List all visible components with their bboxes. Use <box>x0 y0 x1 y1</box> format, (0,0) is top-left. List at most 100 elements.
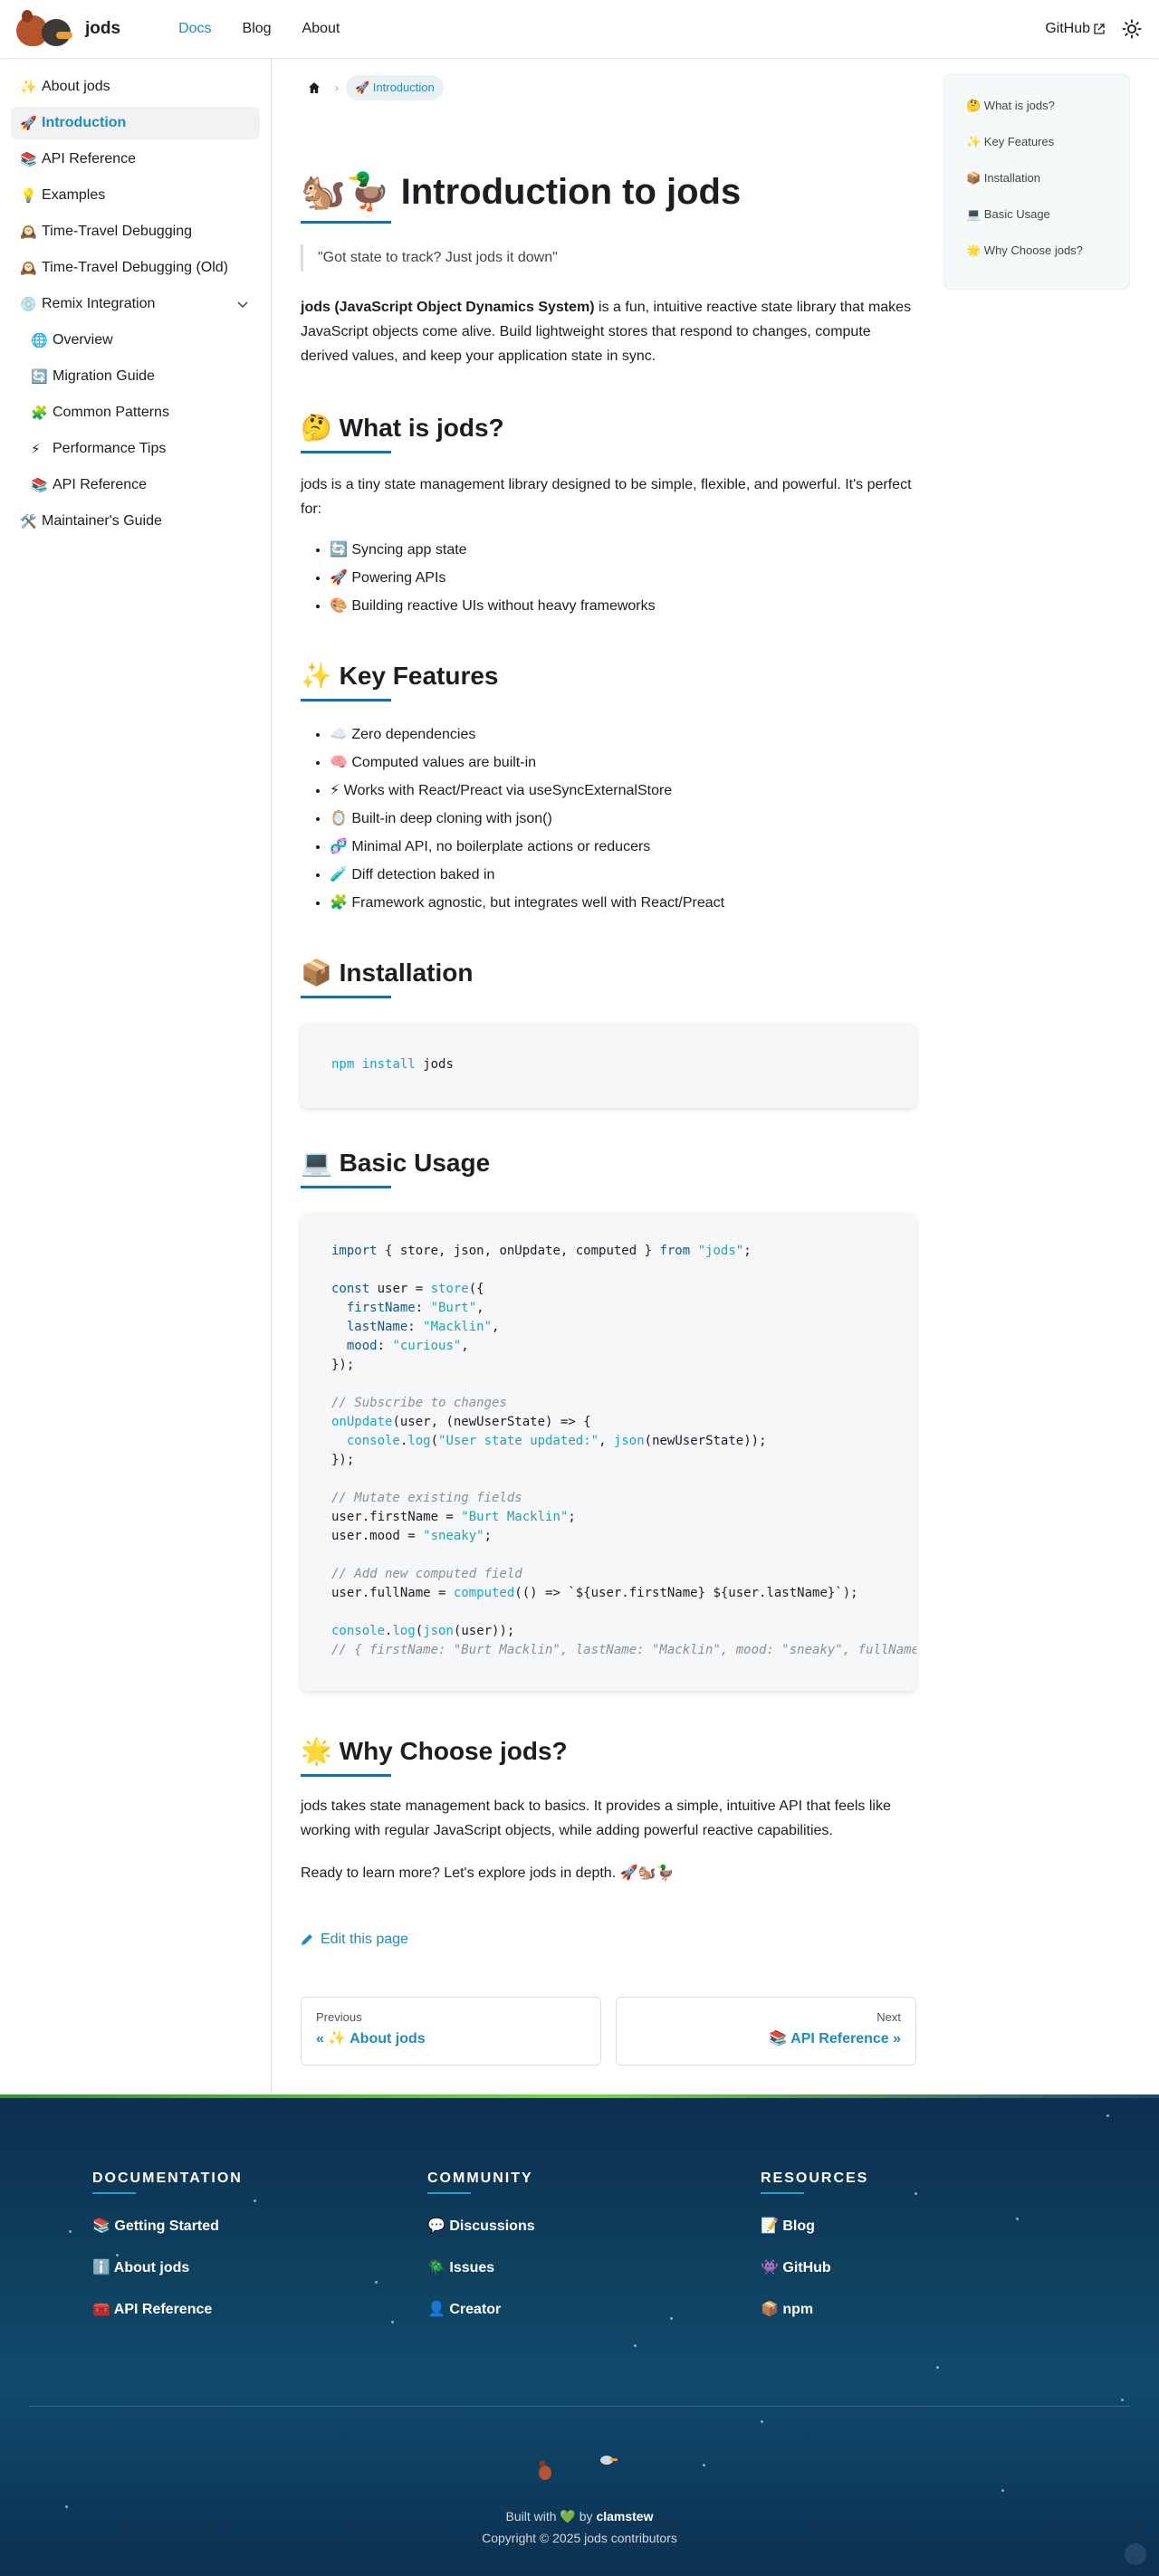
heading-installation: 📦 Installation <box>301 959 474 987</box>
chevron-right-icon: › <box>335 81 339 94</box>
heading-underline <box>301 699 391 701</box>
sidebar-item-remix-api-reference[interactable]: 📚 API Reference <box>22 469 260 501</box>
footer-heading: RESOURCES <box>761 2171 869 2186</box>
github-link[interactable]: GitHub <box>1045 21 1105 37</box>
list-item: 🎨 Building reactive UIs without heavy fr… <box>330 592 909 620</box>
globe-icon: 🌐 <box>31 333 48 348</box>
puzzle-icon: 🧩 <box>31 405 48 421</box>
pager-label: « ✨ About jods <box>316 2031 426 2046</box>
sidebar-item-label: Examples <box>42 187 106 203</box>
footer-col-community: COMMUNITY 💬 Discussions 🪲 Issues 👤 Creat… <box>427 2171 535 2319</box>
table-of-contents: 🤔 What is jods? ✨ Key Features 📦 Install… <box>943 74 1130 290</box>
intro-bold: jods (JavaScript Object Dynamics System) <box>301 300 595 315</box>
heading-what-is-jods: 🤔 What is jods? <box>301 414 504 442</box>
nav-link-blog[interactable]: Blog <box>243 21 272 37</box>
heading-underline <box>301 451 391 453</box>
footer-divider <box>29 2406 1130 2407</box>
sparkles-icon: ✨ <box>20 80 37 95</box>
sidebar-item-label: Performance Tips <box>53 441 167 456</box>
footer-link-creator[interactable]: 👤 Creator <box>427 2299 535 2319</box>
pager-sub-label: Previous <box>316 2010 362 2024</box>
list-item: 🧠 Computed values are built-in <box>330 749 909 777</box>
footer-link-about-jods[interactable]: ℹ️ About jods <box>92 2257 243 2277</box>
what-paragraph: jods is a tiny state management library … <box>301 477 912 517</box>
toc-item-key-features[interactable]: ✨ Key Features <box>966 135 1129 171</box>
toc-item-why-choose-jods[interactable]: 🌟 Why Choose jods? <box>966 243 1129 280</box>
brand-title[interactable]: jods <box>85 19 120 39</box>
install-code-block[interactable]: npm install jods <box>301 1023 916 1108</box>
pager-sub-label: Next <box>876 2010 901 2024</box>
breadcrumb: › 🚀 Introduction <box>301 74 444 101</box>
footer-heading: DOCUMENTATION <box>92 2171 243 2186</box>
list-item: 🔄 Syncing app state <box>330 536 909 564</box>
tools-icon: 🛠️ <box>20 514 37 530</box>
doc-pagination: Previous « ✨ About jods Next 📚 API Refer… <box>301 1997 916 2066</box>
sidebar-item-performance-tips[interactable]: ⚡ Performance Tips <box>22 433 260 465</box>
heart-icon: 💚 <box>560 2509 576 2524</box>
heading-underline <box>301 1774 391 1777</box>
brand[interactable]: jods <box>14 10 120 48</box>
usage-code-block[interactable]: import { store, json, onUpdate, computed… <box>301 1213 916 1691</box>
nav-link-docs[interactable]: Docs <box>178 21 211 37</box>
breadcrumb-current: 🚀 Introduction <box>346 75 444 100</box>
books-icon: 📚 <box>31 478 48 493</box>
home-crumb[interactable] <box>301 74 328 101</box>
theme-toggle-button[interactable] <box>1117 14 1146 43</box>
sidebar-item-time-travel-debugging[interactable]: 🕰️ Time-Travel Debugging <box>11 215 260 248</box>
why-paragraph-2: Ready to learn more? Let's explore jods … <box>301 1865 675 1881</box>
footer-link-npm[interactable]: 📦 npm <box>761 2299 868 2319</box>
footer-link-github[interactable]: 👾 GitHub <box>761 2257 868 2277</box>
heading-why-choose-jods: 🌟 Why Choose jods? <box>301 1737 568 1765</box>
heading-underline <box>301 996 391 998</box>
sun-icon <box>1122 19 1142 39</box>
sidebar-item-label: Time-Travel Debugging <box>42 224 192 239</box>
sidebar-item-label: About jods <box>42 79 110 94</box>
sidebar-item-about-jods[interactable]: ✨ About jods <box>11 71 260 103</box>
toc-item-installation[interactable]: 📦 Installation <box>966 171 1129 207</box>
footer-link-issues[interactable]: 🪲 Issues <box>427 2257 535 2277</box>
list-item: ⚡ Works with React/Preact via useSyncExt… <box>330 777 909 805</box>
nav-links: Docs Blog About <box>178 21 340 37</box>
pencil-icon <box>302 1934 312 1945</box>
footer-heading: COMMUNITY <box>427 2171 533 2186</box>
chevron-down-icon[interactable] <box>236 298 249 310</box>
list-item: 🚀 Powering APIs <box>330 564 909 592</box>
pager-label: 📚 API Reference » <box>769 2031 901 2046</box>
sidebar-item-overview[interactable]: 🌐 Overview <box>22 324 260 357</box>
usage-code: import { store, json, onUpdate, computed… <box>331 1244 916 1657</box>
scroll-to-top-button[interactable] <box>1125 2543 1146 2565</box>
footer-mascots-icon <box>539 2456 618 2480</box>
sidebar-item-api-reference[interactable]: 📚 API Reference <box>11 143 260 176</box>
tagline-quote: "Got state to track? Just jods it down" <box>301 244 558 272</box>
sidebar-item-maintainers-guide[interactable]: 🛠️ Maintainer's Guide <box>11 505 260 538</box>
footer-link-blog[interactable]: 📝 Blog <box>761 2216 868 2236</box>
heading-key-features: ✨ Key Features <box>301 662 499 690</box>
previous-page-link[interactable]: Previous « ✨ About jods <box>301 1997 601 2066</box>
copyright-text: Copyright © 2025 jods contributors <box>482 2531 677 2545</box>
next-page-link[interactable]: Next 📚 API Reference » <box>616 1997 916 2066</box>
edit-page-link[interactable]: Edit this page <box>301 1932 408 1948</box>
sidebar-item-remix-integration[interactable]: 💿 Remix Integration <box>11 288 260 320</box>
toc-item-what-is-jods[interactable]: 🤔 What is jods? <box>966 99 1129 135</box>
rocket-icon: 🚀 <box>20 116 37 131</box>
sidebar-item-time-travel-debugging-old[interactable]: 🕰️ Time-Travel Debugging (Old) <box>11 252 260 284</box>
nav-link-about[interactable]: About <box>302 21 340 37</box>
sidebar-item-examples[interactable]: 💡 Examples <box>11 179 260 212</box>
lightning-icon: ⚡ <box>31 442 41 457</box>
sidebar-item-migration-guide[interactable]: 🔄 Migration Guide <box>22 360 260 393</box>
lightbulb-icon: 💡 <box>20 188 37 204</box>
sidebar-item-common-patterns[interactable]: 🧩 Common Patterns <box>22 396 260 429</box>
sidebar-item-label: Introduction <box>42 115 127 130</box>
footer-link-api-reference[interactable]: 🧰 API Reference <box>92 2299 243 2319</box>
footer-col-resources: RESOURCES 📝 Blog 👾 GitHub 📦 npm <box>761 2171 868 2319</box>
sidebar-item-label: API Reference <box>42 151 137 167</box>
navbar: jods Docs Blog About GitHub <box>0 0 1159 58</box>
disc-icon: 💿 <box>20 297 37 312</box>
sidebar-item-introduction[interactable]: 🚀 Introduction <box>11 107 260 139</box>
footer-link-discussions[interactable]: 💬 Discussions <box>427 2216 535 2236</box>
toc-item-basic-usage[interactable]: 💻 Basic Usage <box>966 207 1129 243</box>
heading-underline <box>92 2192 136 2194</box>
code-token: jods <box>423 1057 454 1072</box>
author-link[interactable]: clamstew <box>596 2509 653 2524</box>
footer-link-getting-started[interactable]: 📚 Getting Started <box>92 2216 243 2236</box>
